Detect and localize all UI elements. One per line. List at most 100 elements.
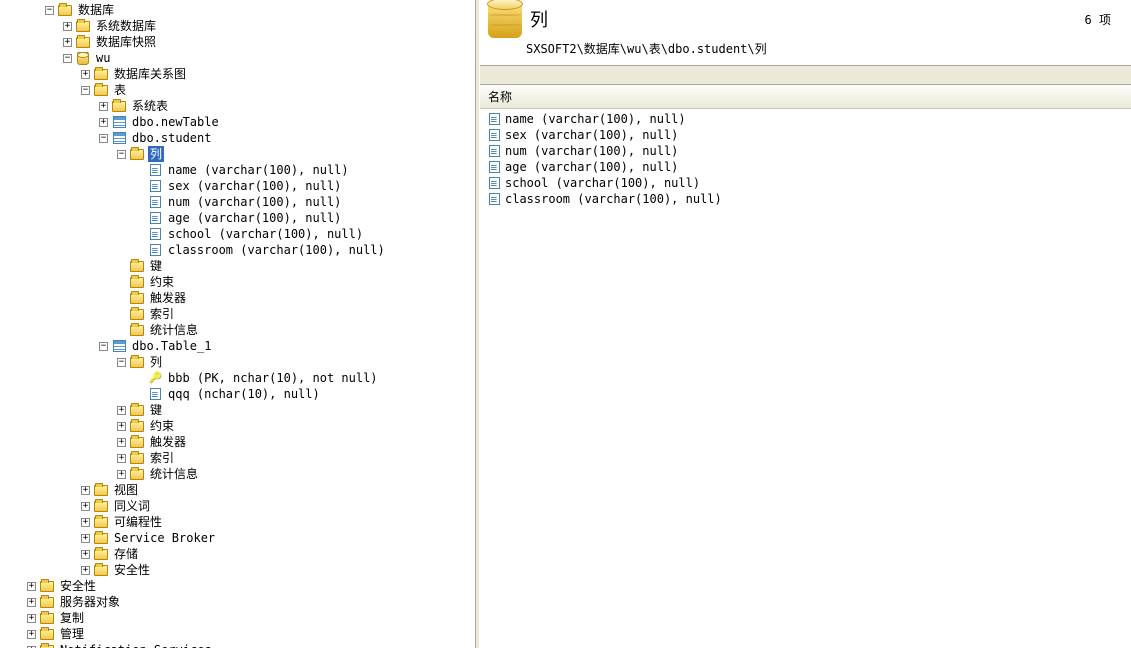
expand-icon[interactable]: +: [117, 454, 126, 463]
tree-node[interactable]: − wu: [2, 50, 473, 66]
tree-node-label: 键: [148, 402, 164, 418]
expand-icon[interactable]: +: [27, 630, 36, 639]
folder-icon: [129, 259, 145, 273]
list-item[interactable]: age (varchar(100), null): [486, 159, 1125, 175]
list-item-label: school (varchar(100), null): [505, 175, 700, 191]
tree-node-label: 服务器对象: [58, 594, 122, 610]
tree-node[interactable]: −表: [2, 82, 473, 98]
tree-node[interactable]: −dbo.Table_1: [2, 338, 473, 354]
tree-node[interactable]: + 服务器对象: [2, 594, 473, 610]
tree-node[interactable]: +系统表: [2, 98, 473, 114]
expand-icon[interactable]: +: [63, 22, 72, 31]
expand-icon[interactable]: +: [81, 502, 90, 511]
tree-node[interactable]: +存储: [2, 546, 473, 562]
tree-node[interactable]: qqq (nchar(10), null): [2, 386, 473, 402]
expand-icon[interactable]: +: [117, 406, 126, 415]
tree-node[interactable]: +Notification Services: [2, 642, 473, 648]
tree-node[interactable]: +数据库快照: [2, 34, 473, 50]
tree-node[interactable]: +管理: [2, 626, 473, 642]
expand-icon[interactable]: +: [117, 470, 126, 479]
tree-node[interactable]: −列: [2, 146, 473, 162]
column-icon: [147, 211, 163, 225]
tree-node[interactable]: − 数据库: [2, 2, 473, 18]
expand-icon[interactable]: +: [81, 486, 90, 495]
tree-node[interactable]: 键: [2, 258, 473, 274]
expand-icon[interactable]: +: [117, 422, 126, 431]
tree-node[interactable]: 索引: [2, 306, 473, 322]
folder-icon: [75, 35, 91, 49]
tree-node[interactable]: +视图: [2, 482, 473, 498]
expand-icon[interactable]: +: [99, 118, 108, 127]
list-item[interactable]: name (varchar(100), null): [486, 111, 1125, 127]
tree-node[interactable]: +键: [2, 402, 473, 418]
table-icon: [111, 339, 127, 353]
folder-icon: [129, 355, 145, 369]
tree-node-label: 数据库: [76, 2, 116, 18]
collapse-icon[interactable]: −: [81, 86, 90, 95]
tree-node[interactable]: +约束: [2, 418, 473, 434]
list-column-header[interactable]: 名称: [480, 85, 1131, 109]
tree-node-label: wu: [94, 50, 112, 66]
expand-icon[interactable]: +: [27, 614, 36, 623]
tree-node[interactable]: name (varchar(100), null): [2, 162, 473, 178]
tree-node[interactable]: +Service Broker: [2, 530, 473, 546]
tree-node[interactable]: school (varchar(100), null): [2, 226, 473, 242]
folder-icon: [129, 467, 145, 481]
collapse-icon[interactable]: −: [63, 54, 72, 63]
list-item[interactable]: sex (varchar(100), null): [486, 127, 1125, 143]
list-item[interactable]: num (varchar(100), null): [486, 143, 1125, 159]
tree-node[interactable]: sex (varchar(100), null): [2, 178, 473, 194]
tree-node[interactable]: +系统数据库: [2, 18, 473, 34]
tree-node[interactable]: +dbo.newTable: [2, 114, 473, 130]
tree-node[interactable]: 触发器: [2, 290, 473, 306]
tree-node[interactable]: +复制: [2, 610, 473, 626]
tree-node-label: 安全性: [58, 578, 98, 594]
expand-icon[interactable]: +: [81, 518, 90, 527]
tree-node[interactable]: +同义词: [2, 498, 473, 514]
collapse-icon[interactable]: −: [45, 6, 54, 15]
tree-node[interactable]: 统计信息: [2, 322, 473, 338]
collapse-icon[interactable]: −: [117, 150, 126, 159]
folder-icon: [129, 307, 145, 321]
folder-icon: [129, 147, 145, 161]
tree-node-label: Notification Services: [58, 642, 214, 648]
expand-icon[interactable]: +: [27, 582, 36, 591]
tree-node[interactable]: +索引: [2, 450, 473, 466]
tree-node[interactable]: −列: [2, 354, 473, 370]
folder-icon: [39, 611, 55, 625]
collapse-icon[interactable]: −: [99, 342, 108, 351]
folder-icon: [93, 499, 109, 513]
column-icon: [147, 227, 163, 241]
tree-node[interactable]: +可编程性: [2, 514, 473, 530]
expand-icon[interactable]: +: [81, 534, 90, 543]
expand-icon[interactable]: +: [117, 438, 126, 447]
tree-node[interactable]: −dbo.student: [2, 130, 473, 146]
folder-icon: [39, 595, 55, 609]
tree-node[interactable]: +数据库关系图: [2, 66, 473, 82]
expand-icon[interactable]: +: [81, 70, 90, 79]
expand-icon[interactable]: +: [99, 102, 108, 111]
expand-icon[interactable]: +: [81, 566, 90, 575]
tree-node[interactable]: classroom (varchar(100), null): [2, 242, 473, 258]
database-cylinder-icon: [488, 0, 522, 38]
tree-node[interactable]: +安全性: [2, 562, 473, 578]
tree-node[interactable]: +统计信息: [2, 466, 473, 482]
tree-node[interactable]: +触发器: [2, 434, 473, 450]
tree-node[interactable]: + 安全性: [2, 578, 473, 594]
object-explorer-tree[interactable]: − 数据库+系统数据库+数据库快照 − wu+数据库关系图−表+系统表+dbo.new…: [0, 0, 475, 648]
details-title: 列: [530, 6, 548, 32]
tree-node[interactable]: age (varchar(100), null): [2, 210, 473, 226]
tree-node-label: school (varchar(100), null): [166, 226, 365, 242]
tree-node[interactable]: bbb (PK, nchar(10), not null): [2, 370, 473, 386]
collapse-icon[interactable]: −: [99, 134, 108, 143]
list-item[interactable]: school (varchar(100), null): [486, 175, 1125, 191]
tree-node[interactable]: num (varchar(100), null): [2, 194, 473, 210]
list-item[interactable]: classroom (varchar(100), null): [486, 191, 1125, 207]
tree-node[interactable]: 约束: [2, 274, 473, 290]
folder-icon: [57, 3, 73, 17]
expand-icon[interactable]: +: [27, 598, 36, 607]
expand-icon[interactable]: +: [81, 550, 90, 559]
expand-icon[interactable]: +: [63, 38, 72, 47]
collapse-icon[interactable]: −: [117, 358, 126, 367]
tree-node-label: 约束: [148, 274, 176, 290]
